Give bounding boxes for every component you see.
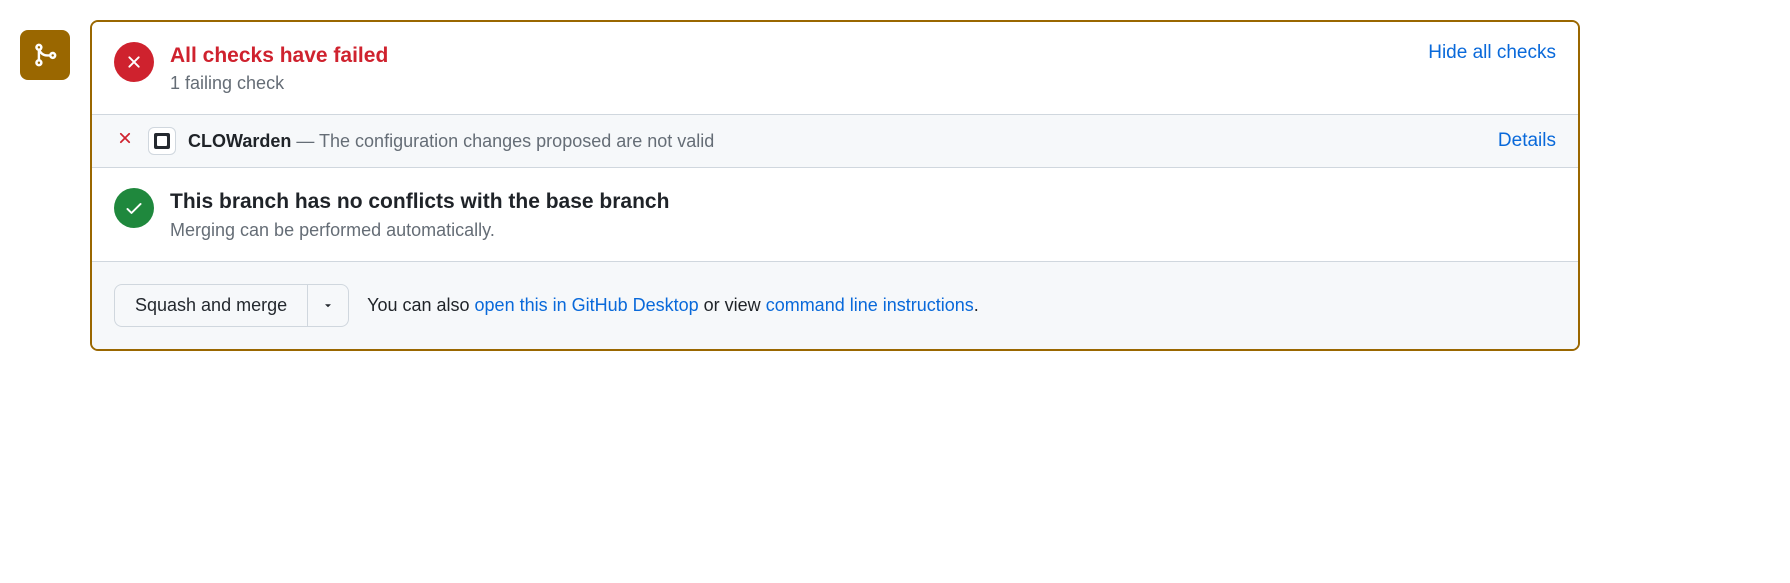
check-separator: — — [291, 131, 319, 151]
checks-subtitle: 1 failing check — [170, 73, 1412, 94]
command-line-link[interactable]: command line instructions — [766, 295, 974, 315]
check-details-link[interactable]: Details — [1498, 130, 1556, 152]
merge-action-section: Squash and merge You can also open this … — [92, 262, 1578, 349]
conflicts-subtitle: Merging can be performed automatically. — [170, 220, 1556, 241]
merge-hint-text: You can also open this in GitHub Desktop… — [367, 295, 979, 316]
conflicts-section: This branch has no conflicts with the ba… — [92, 168, 1578, 261]
check-icon — [124, 198, 144, 218]
git-merge-icon — [32, 42, 58, 68]
timeline-merge-badge — [20, 30, 70, 80]
hint-suffix: . — [974, 295, 979, 315]
conflicts-title: This branch has no conflicts with the ba… — [170, 188, 1556, 215]
conflicts-content: This branch has no conflicts with the ba… — [170, 188, 1556, 240]
checks-summary-content: All checks have failed 1 failing check — [170, 42, 1412, 94]
x-icon — [124, 52, 144, 72]
squash-merge-button[interactable]: Squash and merge — [114, 284, 307, 327]
check-description: The configuration changes proposed are n… — [319, 131, 714, 151]
conflicts-success-icon — [114, 188, 154, 228]
checks-title: All checks have failed — [170, 42, 1412, 69]
hint-prefix: You can also — [367, 295, 474, 315]
hide-checks-link[interactable]: Hide all checks — [1428, 42, 1556, 64]
check-fail-x-icon — [114, 129, 136, 153]
check-item-row: CLOWarden — The configuration changes pr… — [92, 115, 1578, 168]
hint-middle: or view — [699, 295, 766, 315]
caret-down-icon — [322, 299, 334, 311]
github-desktop-link[interactable]: open this in GitHub Desktop — [475, 295, 699, 315]
merge-button-group: Squash and merge — [114, 284, 349, 327]
check-text: CLOWarden — The configuration changes pr… — [188, 131, 1486, 152]
checks-failed-icon — [114, 42, 154, 82]
check-app-name: CLOWarden — [188, 131, 291, 151]
check-app-avatar — [148, 127, 176, 155]
checks-summary-section: All checks have failed 1 failing check H… — [92, 22, 1578, 115]
merge-dropdown-button[interactable] — [307, 284, 349, 327]
merge-status-panel: All checks have failed 1 failing check H… — [90, 20, 1580, 351]
